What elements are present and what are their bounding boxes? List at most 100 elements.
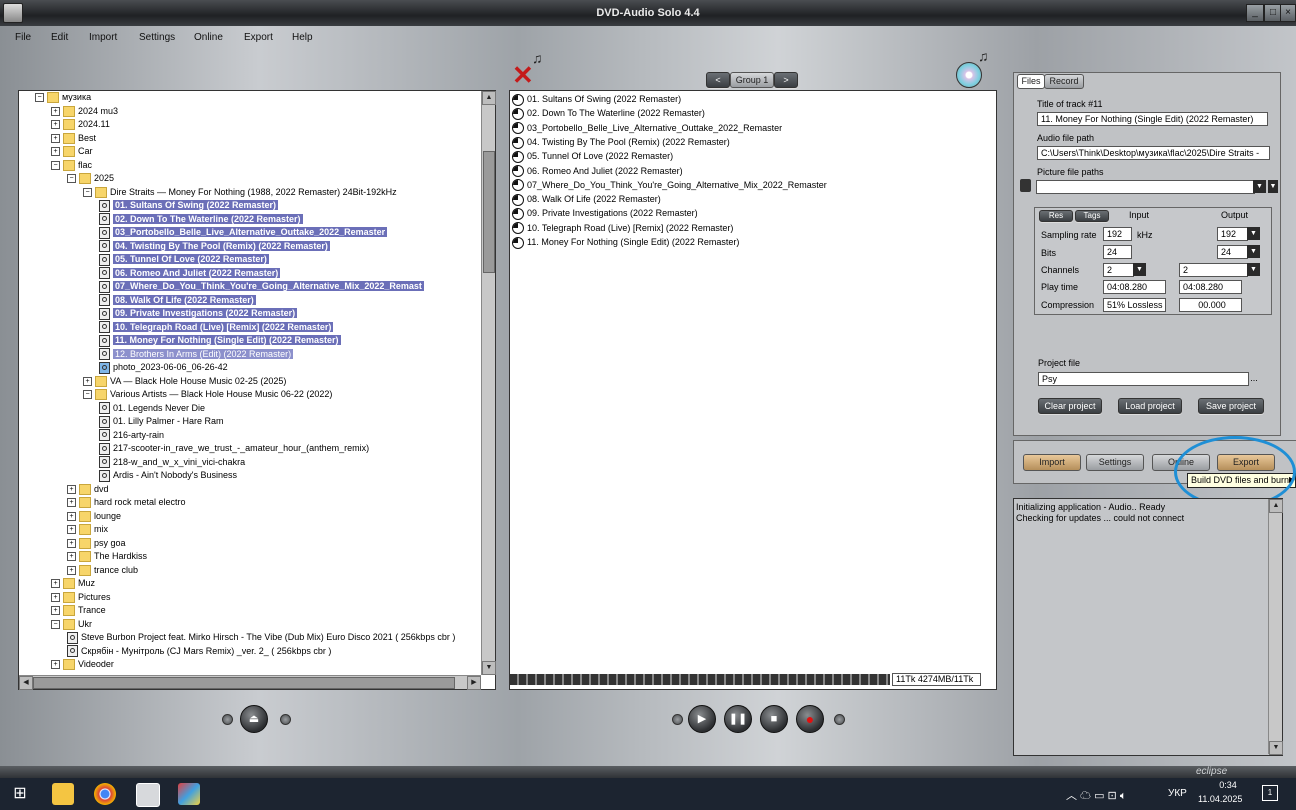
- track-row[interactable]: 11. Money For Nothing (Single Edit) (202…: [512, 236, 739, 249]
- tree-row[interactable]: + VA — Black Hole House Music 02-25 (2025…: [83, 375, 286, 388]
- collapse-icon[interactable]: −: [83, 390, 92, 400]
- tree-row[interactable]: + Best: [51, 132, 96, 145]
- picture-path-field[interactable]: [1036, 180, 1255, 194]
- track-list[interactable]: 01. Sultans Of Swing (2022 Remaster) 02. …: [510, 91, 996, 671]
- tree-row[interactable]: 01. Lilly Palmer - Hare Ram: [99, 415, 224, 428]
- prev-group-button[interactable]: <: [706, 72, 730, 88]
- tree-vertical-scrollbar[interactable]: ▲ ▼: [481, 91, 496, 675]
- file-explorer-icon[interactable]: [52, 783, 74, 805]
- expand-icon[interactable]: +: [67, 484, 76, 494]
- track-title-field[interactable]: 11. Money For Nothing (Single Edit) (202…: [1037, 112, 1268, 126]
- tree-row[interactable]: + The Hardkiss: [67, 550, 147, 563]
- import-button[interactable]: Import: [1023, 454, 1081, 471]
- track-row[interactable]: 04. Twisting By The Pool (Remix) (2022 R…: [512, 136, 730, 149]
- tree-row[interactable]: 10. Telegraph Road (Live) [Remix] (2022 …: [99, 321, 334, 334]
- project-browse-button[interactable]: ...: [1247, 373, 1261, 383]
- scroll-down-icon[interactable]: ▼: [482, 661, 496, 675]
- pause-button[interactable]: ❚❚: [724, 705, 752, 733]
- picture-dropdown-icon[interactable]: ▼: [1253, 180, 1266, 193]
- expand-icon[interactable]: +: [67, 525, 76, 535]
- expand-icon[interactable]: +: [51, 147, 60, 157]
- paint-icon[interactable]: [178, 783, 200, 805]
- expand-icon[interactable]: +: [67, 552, 76, 562]
- tree-scroll-thumb[interactable]: [483, 151, 495, 273]
- tree-row[interactable]: 03_Portobello_Belle_Live_Alternative_Out…: [99, 226, 388, 239]
- menu-help[interactable]: Help: [292, 32, 313, 43]
- file-tree[interactable]: − музика +2024 mu3 +2024.11 + Best + Car − flac −2…: [19, 91, 480, 675]
- tree-row[interactable]: Steve Burbon Project feat. Mirko Hirsch …: [67, 631, 455, 644]
- bits-dropdown-icon[interactable]: ▼: [1247, 245, 1260, 258]
- tree-row[interactable]: 01. Legends Never Die: [99, 402, 205, 415]
- clock-time[interactable]: 0:34: [1210, 780, 1246, 790]
- tree-row[interactable]: + hard rock metal electro: [67, 496, 186, 509]
- tree-row[interactable]: − 2025: [67, 172, 114, 185]
- tree-row[interactable]: 05. Tunnel Of Love (2022 Remaster): [99, 253, 269, 266]
- tree-row[interactable]: + Pictures: [51, 591, 111, 604]
- expand-icon[interactable]: +: [83, 376, 92, 386]
- tree-row[interactable]: + lounge: [67, 510, 121, 523]
- tray-icons[interactable]: ︿ ☁ ▭ ⊡ 🔈︎: [1066, 787, 1126, 803]
- expand-icon[interactable]: +: [51, 133, 60, 143]
- clock-date[interactable]: 11.04.2025: [1198, 794, 1242, 804]
- channels-input[interactable]: 2: [1103, 263, 1134, 277]
- notifications-icon[interactable]: 1: [1262, 785, 1278, 801]
- sampling-rate-output[interactable]: 192: [1217, 227, 1248, 241]
- tree-row[interactable]: − Dire Straits — Money For Nothing (1988,…: [83, 186, 397, 199]
- expand-icon[interactable]: +: [51, 592, 60, 602]
- tree-row[interactable]: photo_2023-06-06_06-26-42: [99, 361, 228, 374]
- scroll-left-icon[interactable]: ◀: [19, 676, 33, 690]
- scroll-up-icon[interactable]: ▲: [482, 91, 496, 105]
- stop-button[interactable]: ■: [760, 705, 788, 733]
- load-project-button[interactable]: Load project: [1118, 398, 1182, 414]
- tree-row[interactable]: 07_Where_Do_You_Think_You're_Going_Alter…: [99, 280, 424, 293]
- menu-export[interactable]: Export: [244, 32, 273, 43]
- tree-row[interactable]: 08. Walk Of Life (2022 Remaster): [99, 294, 256, 307]
- tree-row[interactable]: + trance club: [67, 564, 138, 577]
- menu-online[interactable]: Online: [194, 32, 223, 43]
- log-scroll-down-icon[interactable]: ▼: [1269, 741, 1283, 755]
- tree-row[interactable]: 217-scooter-in_rave_we_trust_-_amateur_h…: [99, 442, 369, 455]
- play-button[interactable]: ▶: [688, 705, 716, 733]
- tree-row[interactable]: + Car: [51, 145, 93, 158]
- channels-output[interactable]: 2: [1179, 263, 1248, 277]
- tree-row[interactable]: 01. Sultans Of Swing (2022 Remaster): [99, 199, 279, 212]
- track-list-panel[interactable]: 01. Sultans Of Swing (2022 Remaster) 02. …: [509, 90, 997, 690]
- record-button[interactable]: ●: [796, 705, 824, 733]
- tree-row[interactable]: + Muz: [51, 577, 95, 590]
- tree-row[interactable]: Скрябін - Мунітроль (CJ Mars Remix) _ver…: [67, 645, 331, 658]
- tree-row[interactable]: − Various Artists — Black Hole House Musi…: [83, 388, 332, 401]
- tree-row[interactable]: − музика: [35, 91, 91, 104]
- menu-file[interactable]: File: [15, 32, 31, 43]
- collapse-icon[interactable]: −: [67, 174, 76, 184]
- track-row[interactable]: 07_Where_Do_You_Think_You're_Going_Alter…: [512, 179, 827, 192]
- tree-row[interactable]: 09. Private Investigations (2022 Remaste…: [99, 307, 298, 320]
- tree-row[interactable]: 218-w_and_w_x_vini_vici-chakra: [99, 456, 245, 469]
- sampling-rate-input[interactable]: 192: [1103, 227, 1132, 241]
- scroll-right-icon[interactable]: ▶: [467, 676, 481, 690]
- tree-row[interactable]: 216-arty-rain: [99, 429, 164, 442]
- collapse-icon[interactable]: −: [51, 619, 60, 629]
- expand-icon[interactable]: +: [51, 120, 60, 130]
- expand-icon[interactable]: +: [51, 606, 60, 616]
- windows-start-icon[interactable]: ⊞: [9, 783, 31, 805]
- project-file-field[interactable]: Psy: [1038, 372, 1249, 386]
- track-row[interactable]: 01. Sultans Of Swing (2022 Remaster): [512, 93, 681, 106]
- expand-icon[interactable]: +: [67, 538, 76, 548]
- tree-row[interactable]: 02. Down To The Waterline (2022 Remaster…: [99, 213, 303, 226]
- picture-lock-icon[interactable]: [1020, 179, 1031, 192]
- track-row[interactable]: 03_Portobello_Belle_Live_Alternative_Out…: [512, 122, 782, 135]
- audio-path-field[interactable]: C:\Users\Think\Desktop\музика\flac\2025\…: [1037, 146, 1270, 160]
- collapse-icon[interactable]: −: [83, 187, 92, 197]
- language-indicator[interactable]: УКР: [1168, 788, 1187, 799]
- menu-edit[interactable]: Edit: [51, 32, 68, 43]
- track-row[interactable]: 06. Romeo And Juliet (2022 Remaster): [512, 165, 683, 178]
- expand-icon[interactable]: +: [67, 565, 76, 575]
- tab-files[interactable]: Files: [1017, 74, 1045, 89]
- menu-settings[interactable]: Settings: [139, 32, 175, 43]
- track-row[interactable]: 05. Tunnel Of Love (2022 Remaster): [512, 150, 673, 163]
- disc-icon[interactable]: [956, 62, 982, 88]
- tree-row[interactable]: + mix: [67, 523, 108, 536]
- tree-row[interactable]: 04. Twisting By The Pool (Remix) (2022 R…: [99, 240, 330, 253]
- dvd-audio-solo-taskbar-icon[interactable]: [136, 783, 160, 807]
- log-scrollbar[interactable]: ▲ ▼: [1268, 499, 1283, 755]
